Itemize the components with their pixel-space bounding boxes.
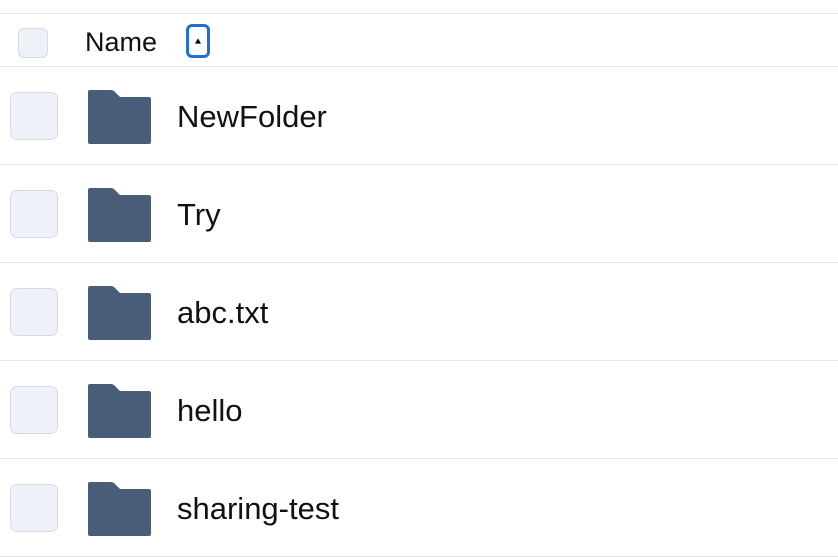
file-name[interactable]: NewFolder [177, 99, 327, 135]
caret-up-icon [195, 38, 201, 44]
row-checkbox[interactable] [10, 288, 58, 336]
table-header: Name [0, 14, 838, 67]
row-checkbox[interactable] [10, 386, 58, 434]
file-table: Name NewFolder Try abc.txt hello sharing-tes… [0, 0, 838, 557]
sort-name-button[interactable] [186, 24, 210, 58]
name-column-header[interactable]: Name [85, 26, 157, 58]
row-checkbox[interactable] [10, 92, 58, 140]
table-row[interactable]: abc.txt [0, 263, 838, 361]
row-checkbox[interactable] [10, 190, 58, 238]
table-row[interactable]: sharing-test [0, 459, 838, 557]
table-row[interactable]: NewFolder [0, 67, 838, 165]
file-name[interactable]: hello [177, 393, 243, 429]
table-row[interactable]: Try [0, 165, 838, 263]
select-all-checkbox[interactable] [18, 28, 48, 58]
row-checkbox[interactable] [10, 484, 58, 532]
table-row[interactable]: hello [0, 361, 838, 459]
file-name[interactable]: Try [177, 197, 221, 233]
file-name[interactable]: abc.txt [177, 295, 268, 331]
file-name[interactable]: sharing-test [177, 491, 339, 527]
